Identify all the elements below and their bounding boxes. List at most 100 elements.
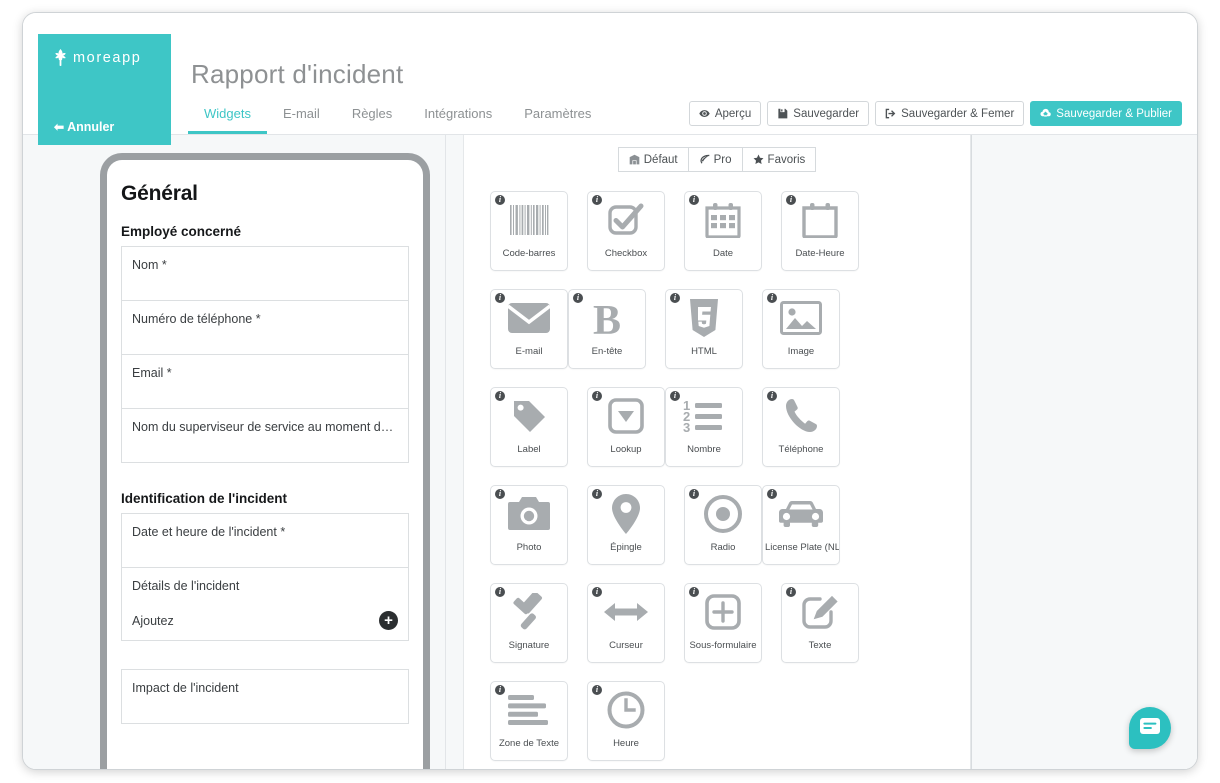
chat-bubble-icon [1140,717,1160,739]
brand-logo: moreapp [54,49,141,66]
eye-icon [699,108,710,119]
save-and-close-button[interactable]: Sauvegarder & Femer [875,101,1025,126]
subform-add-label: Ajoutez [132,613,174,628]
info-icon[interactable]: i [592,587,602,597]
app-header: moreapp ⬅ Annuler Rapport d'incident Wid… [23,13,1197,145]
section-label-employee: Employé concerné [121,224,242,239]
widget-label: Photo [516,542,542,553]
widget-card-time[interactable]: i Heure [587,681,665,761]
field-date-heure[interactable]: Date et heure de l'incident * [122,514,408,568]
info-icon[interactable]: i [495,685,505,695]
widget-label: License Plate (NL) [765,542,839,553]
info-icon[interactable]: i [592,489,602,499]
preview-label: Aperçu [714,107,752,120]
filter-pro-label: Pro [713,153,732,166]
info-icon[interactable]: i [689,195,699,205]
cloud-upload-icon [1040,108,1052,119]
tab-widgets[interactable]: Widgets [188,100,267,134]
warehouse-icon [629,154,640,165]
info-icon[interactable]: i [767,293,777,303]
info-icon[interactable]: i [767,489,777,499]
action-toolbar: Aperçu Sauvegarder Sauvegarder & Femer S… [688,101,1182,126]
widget-card-textarea[interactable]: i Zone de Texte [490,681,568,761]
widget-card-lookup[interactable]: i Lookup [587,387,665,467]
info-icon[interactable]: i [495,293,505,303]
filter-default-label: Défaut [643,153,678,166]
field-group-impact: Impact de l'incident [121,669,409,724]
widget-label: Radio [710,542,736,553]
info-icon[interactable]: i [689,587,699,597]
widget-card-pin[interactable]: i Épingle [587,485,665,565]
info-icon[interactable]: i [592,391,602,401]
widget-card-label[interactable]: i Label [490,387,568,467]
widget-card-header[interactable]: i B En-tête [568,289,646,369]
plus-circle-icon[interactable]: + [379,611,398,630]
chat-bubble-button[interactable] [1129,707,1171,749]
sign-out-icon [885,108,896,119]
svg-text:B: B [593,298,621,338]
arrow-left-icon: ⬅ [54,120,65,134]
widget-card-date[interactable]: i Date [684,191,762,271]
widget-card-signature[interactable]: i Signature [490,583,568,663]
svg-text:3: 3 [683,420,690,433]
widget-card-photo[interactable]: i Photo [490,485,568,565]
field-impact[interactable]: Impact de l'incident [122,670,408,723]
info-icon[interactable]: i [767,391,777,401]
save-button[interactable]: Sauvegarder [767,101,870,126]
widget-card-text[interactable]: i Texte [781,583,859,663]
tab-integrations[interactable]: Intégrations [408,100,508,134]
field-details[interactable]: Détails de l'incident Ajoutez + [122,568,408,640]
field-email[interactable]: Email * [122,355,408,409]
info-icon[interactable]: i [495,391,505,401]
info-icon[interactable]: i [592,195,602,205]
save-and-publish-button[interactable]: Sauvegarder & Publier [1030,101,1182,126]
filter-default[interactable]: Défaut [617,147,689,172]
info-icon[interactable]: i [592,685,602,695]
widget-card-subform[interactable]: i Sous-formulaire [684,583,762,663]
info-icon[interactable]: i [689,489,699,499]
info-icon[interactable]: i [495,587,505,597]
widget-label: Zone de Texte [498,738,560,749]
widget-label: Image [787,346,815,357]
widget-filter-bar: Défaut Pro Favoris [464,147,970,172]
widget-card-number[interactable]: i 1 2 3 Nombre [665,387,743,467]
widget-label: Date [712,248,734,259]
field-superviseur[interactable]: Nom du superviseur de service au moment … [122,409,408,462]
filter-favorites[interactable]: Favoris [742,147,817,172]
info-icon[interactable]: i [786,587,796,597]
info-icon[interactable]: i [495,489,505,499]
cancel-button[interactable]: ⬅ Annuler [54,120,114,134]
widget-label: En-tête [591,346,623,357]
widget-card-license-plate[interactable]: i License Plate (NL) [762,485,840,565]
widget-card-radio[interactable]: i Radio [684,485,762,565]
widget-card-image[interactable]: i Image [762,289,840,369]
filter-pro[interactable]: Pro [688,147,743,172]
widget-label: Signature [508,640,550,651]
browser-window: moreapp ⬅ Annuler Rapport d'incident Wid… [22,12,1198,770]
info-icon[interactable]: i [573,293,583,303]
cancel-label: Annuler [67,120,115,134]
nav-tabs: Widgets E-mail Règles Intégrations Param… [188,100,607,134]
tab-rules[interactable]: Règles [336,100,408,134]
widget-label: Heure [613,738,639,749]
widget-card-phone[interactable]: i Téléphone [762,387,840,467]
screenshot-root: moreapp ⬅ Annuler Rapport d'incident Wid… [0,0,1220,783]
tab-settings[interactable]: Paramètres [508,100,607,134]
field-nom[interactable]: Nom * [122,247,408,301]
widget-card-checkbox[interactable]: i Checkbox [587,191,665,271]
widget-label: Code-barres [502,248,556,259]
field-telephone[interactable]: Numéro de téléphone * [122,301,408,355]
info-icon[interactable]: i [670,391,680,401]
tab-email[interactable]: E-mail [267,100,336,134]
widget-card-slider[interactable]: i Curseur [587,583,665,663]
info-icon[interactable]: i [495,195,505,205]
info-icon[interactable]: i [786,195,796,205]
widget-label: Nombre [687,444,721,455]
widget-card-email[interactable]: i E-mail [490,289,568,369]
widget-label: Curseur [609,640,643,651]
preview-button[interactable]: Aperçu [688,101,762,126]
widget-card-datetime[interactable]: i Date-Heure [781,191,859,271]
widget-card-html[interactable]: i HTML [665,289,743,369]
info-icon[interactable]: i [670,293,680,303]
widget-card-barcode[interactable]: i Code-barres [490,191,568,271]
